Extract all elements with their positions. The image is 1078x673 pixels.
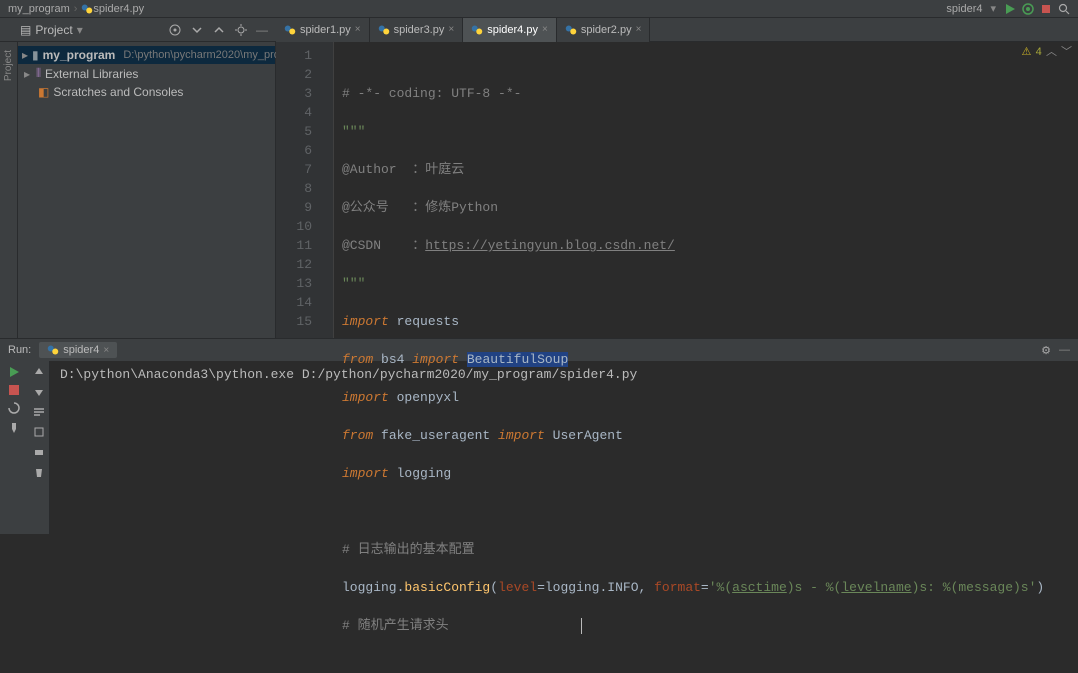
run-tab-label: spider4 (63, 344, 99, 356)
gear-icon[interactable] (234, 23, 248, 37)
tab-label: spider1.py (300, 24, 351, 36)
line-number: 4 (276, 103, 312, 122)
run-action-gutter (0, 361, 28, 534)
line-number: 15 (276, 312, 312, 331)
pin-icon[interactable] (7, 421, 21, 435)
tree-item-label: Scratches and Consoles (53, 85, 183, 99)
line-number: 3 (276, 84, 312, 103)
project-tool-window-header[interactable]: ▤ Project ▾ (20, 23, 83, 37)
navigation-bar: my_program › spider4.py spider4 ▾ (0, 0, 1078, 18)
python-file-icon (284, 24, 296, 36)
search-everywhere-icon[interactable] (1058, 3, 1070, 15)
tree-item-label: External Libraries (45, 67, 138, 81)
line-number: 13 (276, 274, 312, 293)
editor[interactable]: 1 2 3 4 5 6 7 8 9 10 11 12 13 14 15 ⚠ 4 … (276, 42, 1078, 338)
python-file-icon (565, 24, 577, 36)
close-icon[interactable]: × (355, 24, 361, 35)
caret (581, 618, 582, 634)
tab-spider2[interactable]: spider2.py × (557, 18, 651, 42)
project-tree[interactable]: ▸ ▮ my_program D:\python\pycharm2020\my_… (18, 42, 276, 338)
tab-label: spider2.py (581, 24, 632, 36)
tree-scratches[interactable]: ◧ Scratches and Consoles (18, 83, 275, 101)
line-number: 7 (276, 160, 312, 179)
line-number: 10 (276, 217, 312, 236)
dropdown-icon[interactable]: ▾ (77, 23, 83, 37)
restart-icon[interactable] (7, 401, 21, 415)
python-file-icon (81, 3, 93, 15)
expand-arrow-icon[interactable]: ▸ (22, 48, 28, 62)
soft-wrap-icon[interactable] (32, 405, 46, 419)
line-number: 1 (276, 46, 312, 65)
fold-gutter (320, 42, 334, 338)
scratch-icon: ◧ (38, 85, 49, 99)
line-number: 2 (276, 65, 312, 84)
tab-spider1[interactable]: spider1.py × (276, 18, 370, 42)
scroll-to-end-icon[interactable] (32, 425, 46, 439)
library-icon: ⫴ (36, 66, 41, 81)
select-opened-file-icon[interactable] (168, 23, 182, 37)
rerun-icon[interactable] (7, 365, 21, 379)
chevron-down-icon[interactable]: ﹀ (1061, 44, 1072, 63)
line-number: 14 (276, 293, 312, 312)
close-icon[interactable]: × (448, 24, 454, 35)
line-number: 11 (276, 236, 312, 255)
inspection-widget[interactable]: ⚠ 4 ︿ ﹀ (1022, 44, 1072, 63)
tab-label: spider4.py (487, 24, 538, 36)
trash-icon[interactable] (32, 465, 46, 479)
toolbar: ▤ Project ▾ — spider1.py × spider3.py × … (0, 18, 1078, 42)
line-number: 6 (276, 141, 312, 160)
tree-external-libs[interactable]: ▸ ⫴ External Libraries (18, 64, 275, 83)
line-number-gutter: 1 2 3 4 5 6 7 8 9 10 11 12 13 14 15 (276, 42, 320, 338)
run-output-gutter (28, 361, 50, 534)
run-button-icon[interactable] (1004, 3, 1016, 15)
project-panel-title: Project (35, 23, 72, 37)
down-arrow-icon[interactable] (32, 385, 46, 399)
collapse-all-icon[interactable] (212, 23, 226, 37)
folder-icon: ▮ (32, 48, 39, 62)
folder-icon: ▤ (20, 23, 31, 37)
stop-icon[interactable] (9, 385, 19, 395)
up-arrow-icon[interactable] (32, 365, 46, 379)
close-icon[interactable]: × (542, 24, 548, 35)
stop-button-icon[interactable] (1040, 3, 1052, 15)
line-number: 9 (276, 198, 312, 217)
code-content[interactable]: ⚠ 4 ︿ ﹀ # -*- coding: UTF-8 -*- """ @Aut… (334, 42, 1078, 338)
run-config-selector[interactable]: spider4 (946, 3, 982, 15)
close-icon[interactable]: × (636, 24, 642, 35)
warning-count: 4 (1035, 44, 1042, 63)
breadcrumb-file[interactable]: spider4.py (93, 3, 144, 15)
chevron-up-icon[interactable]: ︿ (1046, 44, 1057, 63)
close-icon[interactable]: × (103, 345, 109, 356)
python-file-icon (378, 24, 390, 36)
tab-label: spider3.py (394, 24, 445, 36)
line-number: 5 (276, 122, 312, 141)
python-file-icon (47, 344, 59, 356)
tree-root[interactable]: ▸ ▮ my_program D:\python\pycharm2020\my_… (18, 46, 275, 64)
breadcrumb-separator: › (74, 3, 78, 15)
editor-tabs: spider1.py × spider3.py × spider4.py × s… (276, 18, 650, 42)
run-config-dropdown-icon[interactable]: ▾ (990, 2, 996, 15)
debug-button-icon[interactable] (1022, 3, 1034, 15)
python-file-icon (471, 24, 483, 36)
left-tool-strip: Project (0, 42, 18, 338)
warning-icon: ⚠ (1022, 44, 1032, 63)
project-strip-tab[interactable]: Project (3, 50, 14, 81)
print-icon[interactable] (32, 445, 46, 459)
tab-spider4[interactable]: spider4.py × (463, 18, 557, 42)
hide-icon[interactable]: — (256, 23, 268, 37)
line-number: 12 (276, 255, 312, 274)
run-tab[interactable]: spider4 × (39, 342, 117, 358)
expand-all-icon[interactable] (190, 23, 204, 37)
line-number: 8 (276, 179, 312, 198)
breadcrumb-project[interactable]: my_program (8, 3, 70, 15)
run-label: Run: (8, 344, 31, 356)
tab-spider3[interactable]: spider3.py × (370, 18, 464, 42)
expand-arrow-icon[interactable]: ▸ (22, 67, 32, 81)
tree-root-label: my_program (43, 48, 116, 62)
